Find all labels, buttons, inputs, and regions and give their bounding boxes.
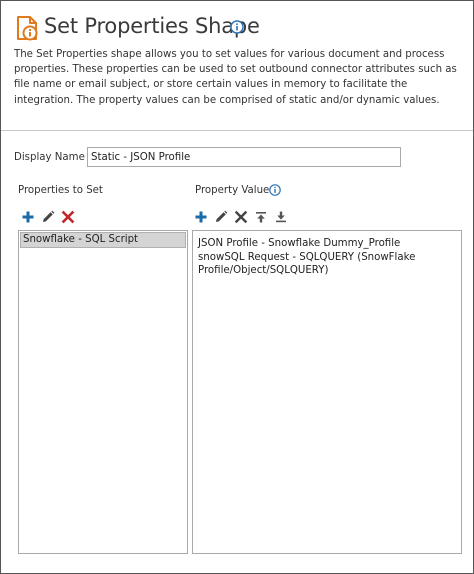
dialog-header: Set Properties Shape The Set Properties … [1,1,473,131]
list-item[interactable]: Snowflake - SQL Script [20,232,186,248]
property-value-label: Property Value [195,185,270,196]
properties-list[interactable]: Snowflake - SQL Script [18,230,188,554]
display-name-input[interactable] [87,147,401,167]
edit-icon[interactable] [41,210,55,224]
display-name-label: Display Name [14,152,85,163]
add-icon[interactable] [194,210,208,224]
property-value-list[interactable]: JSON Profile - Snowflake Dummy_Profile s… [192,230,462,554]
dialog-title: Set Properties Shape [44,14,260,38]
delete-icon[interactable] [61,210,75,224]
delete-icon[interactable] [234,210,248,224]
header-divider [1,130,473,131]
set-properties-dialog: Set Properties Shape The Set Properties … [0,0,474,574]
list-item[interactable]: JSON Profile - Snowflake Dummy_Profile s… [198,237,438,278]
move-down-icon[interactable] [274,210,288,224]
dialog-description: The Set Properties shape allows you to s… [14,49,457,106]
info-icon[interactable] [269,184,281,196]
info-icon[interactable] [230,20,244,34]
edit-icon[interactable] [214,210,228,224]
properties-to-set-label: Properties to Set [18,185,103,196]
set-properties-shape-icon [17,16,38,41]
add-icon[interactable] [21,210,35,224]
move-up-icon[interactable] [254,210,268,224]
